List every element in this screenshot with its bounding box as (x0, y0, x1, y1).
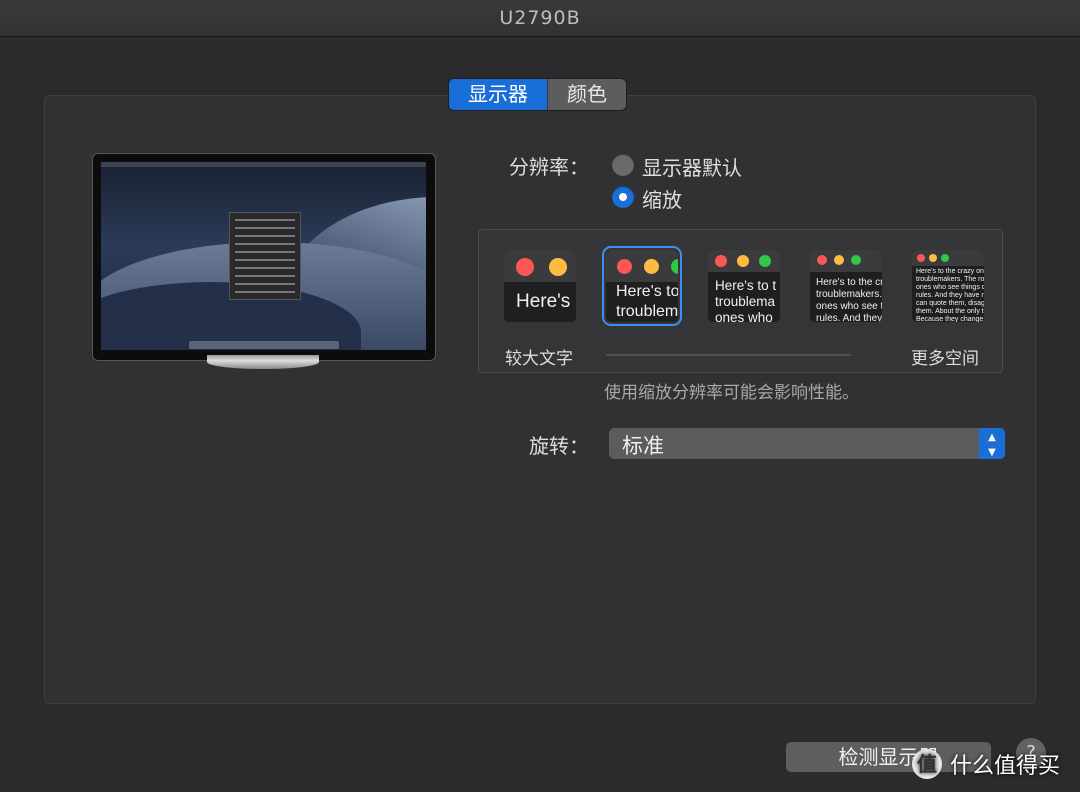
scale-option-4[interactable]: Here's to the cr troublemakers. ones who… (810, 250, 882, 322)
minimize-dot (549, 258, 567, 276)
resolution-label: 分辨率： (509, 155, 589, 179)
rotation-value: 标准 (622, 434, 664, 458)
scale-option-2[interactable]: Here's to troublem (602, 246, 682, 326)
radio-default-label[interactable]: 显示器默认 (642, 152, 742, 181)
tab-display[interactable]: 显示器 (449, 79, 547, 110)
rotation-popup[interactable]: 标准 ▲ ▼ (609, 428, 1005, 459)
tab-color[interactable]: 颜色 (547, 79, 626, 110)
monitor-stand (207, 355, 319, 369)
scale-option-3[interactable]: Here's to t troublema ones who (708, 250, 780, 322)
scale-option-1[interactable]: Here's (504, 250, 576, 322)
scale-option-5[interactable]: Here's to the crazy ones troublemakers. … (912, 250, 984, 322)
rotation-label: 旋转： (529, 434, 589, 458)
close-dot (516, 258, 534, 276)
menu-bar-preview (101, 162, 426, 167)
larger-text-label: 较大文字 (505, 349, 573, 369)
radio-scaled[interactable] (612, 186, 634, 208)
scale-slider-track (606, 354, 851, 356)
desktop-preview (101, 162, 426, 350)
radio-default[interactable] (612, 154, 634, 176)
performance-note: 使用缩放分辨率可能会影响性能。 (604, 383, 859, 403)
watermark-text: 什么值得买 (950, 754, 1061, 779)
window-preview (229, 212, 301, 300)
watermark: 值 什么值得买 (912, 747, 1060, 781)
monitor-preview (92, 153, 436, 361)
scaling-options: Here's Here's to troublem Here's to t tr… (478, 229, 1003, 373)
dock-preview (189, 341, 339, 349)
title-bar: U2790B (0, 0, 1080, 37)
radio-scaled-label[interactable]: 缩放 (642, 184, 682, 213)
tab-control: 显示器 颜色 (449, 79, 626, 110)
more-space-label: 更多空间 (911, 349, 979, 369)
watermark-logo: 值 (912, 749, 942, 779)
window-title: U2790B (499, 7, 581, 29)
chevron-updown-icon: ▲ ▼ (979, 428, 1005, 459)
